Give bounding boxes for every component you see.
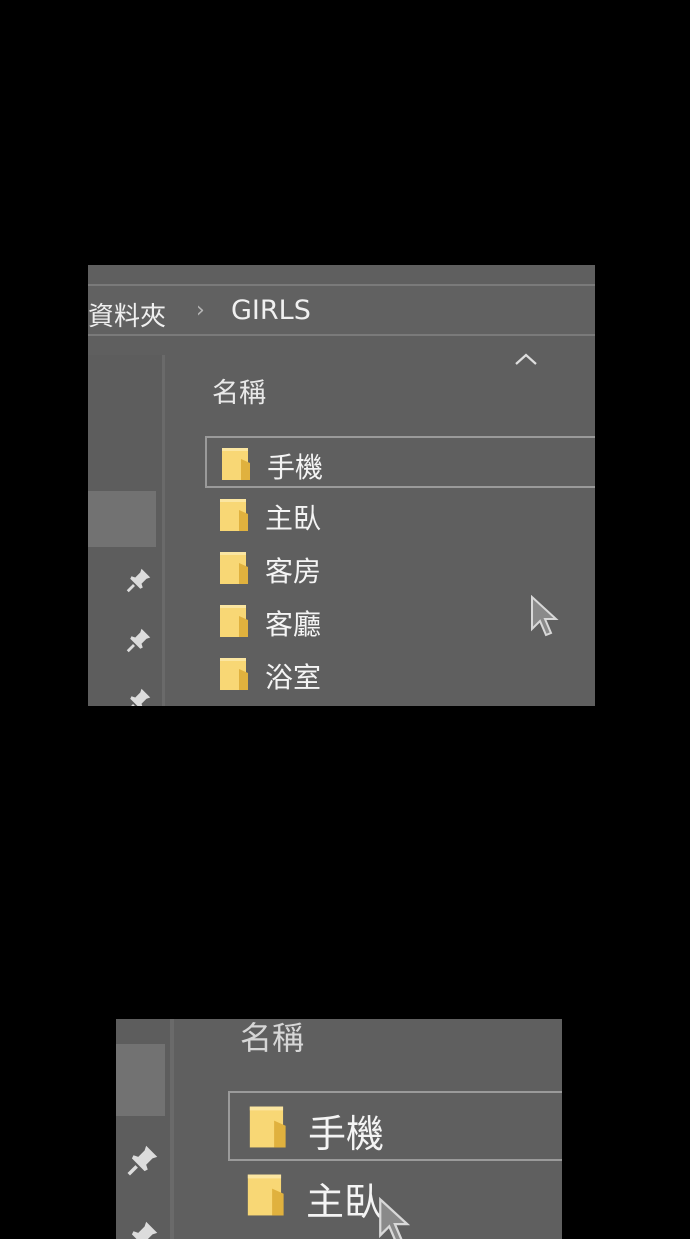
file-name: 浴室 xyxy=(265,661,322,694)
breadcrumb-separator-icon[interactable]: › xyxy=(196,298,205,323)
explorer-window: 資料夾 › GIRLS 名稱 手機 主臥 客房 客廳 浴室 xyxy=(88,265,595,706)
pin-icon[interactable] xyxy=(124,565,154,595)
file-name: 手機 xyxy=(267,451,324,484)
nav-item-selected[interactable] xyxy=(116,1044,165,1116)
list-item[interactable]: 手機 xyxy=(228,1091,562,1161)
pin-icon[interactable] xyxy=(124,625,154,655)
pin-icon[interactable] xyxy=(124,1141,162,1179)
list-item[interactable]: 主臥 xyxy=(205,489,595,541)
file-name: 客房 xyxy=(265,555,322,588)
breadcrumb-parent[interactable]: 資料夾 xyxy=(88,296,166,333)
folder-icon xyxy=(247,1174,284,1216)
breadcrumb-current[interactable]: GIRLS xyxy=(231,295,311,326)
file-name: 客廳 xyxy=(265,608,322,641)
navigation-pane xyxy=(116,1019,170,1239)
column-header-name[interactable]: 名稱 xyxy=(212,371,266,410)
pin-icon[interactable] xyxy=(124,1217,162,1239)
file-name: 主臥 xyxy=(265,502,322,535)
pane-divider[interactable] xyxy=(170,1019,174,1239)
address-bar[interactable]: 資料夾 › GIRLS xyxy=(88,284,595,336)
list-item[interactable]: 浴室 xyxy=(205,648,595,700)
navigation-pane xyxy=(88,355,162,706)
file-name: 主臥 xyxy=(306,1180,383,1224)
list-item[interactable]: 手機 xyxy=(205,436,595,488)
folder-icon xyxy=(220,552,248,584)
folder-icon xyxy=(220,605,248,637)
folder-icon xyxy=(220,499,248,531)
nav-item-selected[interactable] xyxy=(88,491,156,547)
list-item[interactable]: 客房 xyxy=(205,542,595,594)
pin-icon[interactable] xyxy=(124,685,154,706)
chevron-up-icon xyxy=(515,353,537,365)
folder-icon xyxy=(249,1106,286,1148)
column-header-name[interactable]: 名稱 xyxy=(240,1019,304,1059)
pane-divider[interactable] xyxy=(162,355,165,706)
explorer-zoom-view: 名稱 手機 主臥 xyxy=(116,1019,562,1239)
mouse-cursor-icon xyxy=(531,595,559,637)
folder-icon xyxy=(222,448,250,480)
folder-icon xyxy=(220,658,248,690)
mouse-cursor-icon xyxy=(379,1197,411,1239)
file-name: 手機 xyxy=(308,1112,385,1156)
